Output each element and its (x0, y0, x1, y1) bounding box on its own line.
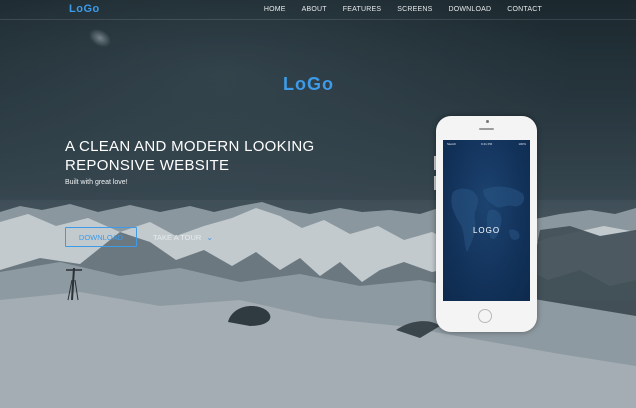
nav-item-contact[interactable]: CONTACT (507, 6, 542, 13)
chevron-down-icon: ⌄ (206, 232, 214, 242)
top-navbar: LoGo HOME ABOUT FEATURES SCREENS DOWNLOA… (0, 0, 636, 20)
world-map-graphic (451, 186, 525, 252)
hero-headline: A CLEAN AND MODERN LOOKING REPONSIVE WEB… (65, 137, 365, 175)
nav-menu: HOME ABOUT FEATURES SCREENS DOWNLOAD CON… (248, 0, 542, 19)
phone-screen: Sketch 100% 9:41 PM LOGO (443, 140, 530, 301)
download-button-label: DOWNLOAD (78, 232, 124, 242)
nav-item-download[interactable]: DOWNLOAD (448, 6, 491, 13)
map-continent-eurasia (483, 186, 525, 208)
hero-background (0, 0, 636, 408)
download-button[interactable]: DOWNLOAD (65, 227, 137, 247)
nav-item-screens[interactable]: SCREENS (397, 6, 432, 13)
headline-line-2: REPONSIVE WEBSITE (65, 157, 230, 174)
hero-logo: LoGo (283, 74, 334, 94)
nav-item-home[interactable]: HOME (264, 6, 286, 13)
take-a-tour-label: TAKE A TOUR (153, 232, 202, 242)
phone-speaker (479, 128, 494, 130)
take-a-tour-button[interactable]: TAKE A TOUR ⌄ (153, 227, 213, 247)
hero-tagline: Built with great love! (65, 179, 128, 186)
mountain-landscape (0, 0, 636, 408)
map-continent-americas (451, 188, 479, 252)
phone-home-button (478, 309, 492, 323)
phone-camera (486, 120, 489, 123)
nav-item-about[interactable]: ABOUT (302, 6, 327, 13)
nav-item-features[interactable]: FEATURES (343, 6, 381, 13)
phone-app-logo: LOGO (472, 226, 501, 235)
headline-line-1: A CLEAN AND MODERN LOOKING (65, 138, 315, 155)
nav-logo[interactable]: LoGo (69, 3, 100, 15)
